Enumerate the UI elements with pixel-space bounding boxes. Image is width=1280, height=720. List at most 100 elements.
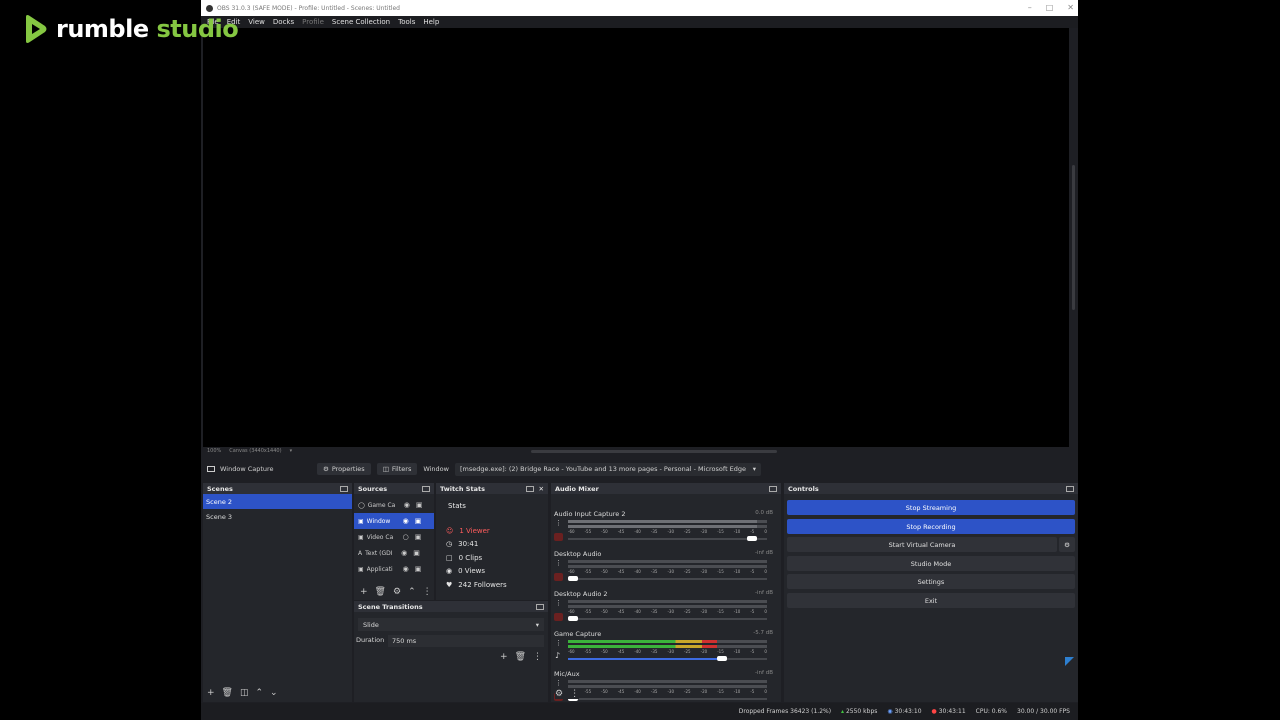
mute-icon[interactable]: [554, 533, 563, 541]
eye-off-icon[interactable]: ○: [403, 533, 409, 541]
source-item[interactable]: A Text (GDI ◉ ▣: [354, 545, 434, 561]
undock-icon[interactable]: [422, 485, 430, 492]
more-icon[interactable]: ⋮: [555, 519, 562, 527]
trash-icon[interactable]: 🗑: [375, 587, 386, 597]
meter-tick-label: -45: [617, 609, 625, 614]
zoom-dropdown-icon[interactable]: ▾: [290, 448, 293, 454]
volume-knob[interactable]: [717, 656, 728, 661]
meter-tick-label: -20: [700, 609, 708, 614]
undock-icon[interactable]: [525, 485, 534, 492]
trash-icon[interactable]: 🗑: [222, 688, 233, 698]
preview-vertical-scrollbar[interactable]: [1072, 165, 1075, 310]
filter-icon[interactable]: ◫: [240, 688, 249, 698]
volume-knob[interactable]: [747, 536, 758, 541]
menu-tools[interactable]: Tools: [398, 18, 415, 26]
source-item-label: Video Ca: [366, 533, 394, 541]
close-icon[interactable]: ✕: [539, 485, 544, 493]
volume-slider[interactable]: [568, 696, 767, 701]
scene-transitions-header: Scene Transitions: [354, 601, 548, 612]
exit-button[interactable]: Exit: [787, 593, 1075, 608]
preview-horizontal-scrollbar[interactable]: [531, 450, 777, 453]
gear-icon[interactable]: ⚙: [393, 587, 401, 597]
menu-help[interactable]: Help: [423, 18, 439, 26]
start-virtual-camera-button[interactable]: Start Virtual Camera: [787, 537, 1057, 552]
more-icon[interactable]: ⋮: [555, 599, 562, 607]
record-time-value: 30:43:11: [938, 708, 966, 715]
gear-icon[interactable]: ⚙: [555, 689, 563, 699]
add-icon[interactable]: +: [207, 688, 215, 698]
eye-icon[interactable]: ◉: [401, 549, 407, 557]
undock-icon[interactable]: [1066, 485, 1074, 492]
menu-scene-collection[interactable]: Scene Collection: [332, 18, 390, 26]
more-icon[interactable]: ⋮: [555, 679, 562, 687]
volume-knob[interactable]: [568, 576, 578, 581]
settings-button[interactable]: Settings: [787, 574, 1075, 589]
chevron-up-icon[interactable]: ⌃: [408, 587, 416, 597]
more-icon[interactable]: ⋮: [533, 652, 542, 662]
undock-icon[interactable]: [340, 485, 348, 492]
menu-profile[interactable]: Profile: [302, 18, 324, 26]
volume-slider[interactable]: [568, 536, 767, 541]
preview-canvas[interactable]: [203, 28, 1069, 447]
meter-tick-label: 0: [764, 689, 767, 694]
eye-icon[interactable]: ◉: [403, 565, 409, 573]
duration-input[interactable]: 750 ms: [388, 635, 544, 647]
minimize-icon[interactable]: –: [1028, 0, 1032, 16]
window-select[interactable]: [msedge.exe]: (2) Bridge Race - YouTube …: [454, 462, 761, 476]
source-item[interactable]: ◯ Game Ca ◉ ▣: [354, 497, 434, 513]
speaker-icon[interactable]: ♪: [555, 651, 560, 660]
properties-button[interactable]: ⚙ Properties: [317, 463, 371, 475]
virtual-camera-settings-button[interactable]: ⚙: [1059, 537, 1075, 552]
brand-part1: rumble: [56, 15, 149, 43]
add-icon[interactable]: +: [500, 652, 508, 662]
mixer-channel: Audio Input Capture 2 0.0 dB ⋮ -60 -55 -50…: [551, 508, 781, 548]
undock-icon[interactable]: [536, 603, 544, 610]
mute-icon[interactable]: [554, 573, 563, 581]
maximize-icon[interactable]: □: [1046, 0, 1054, 16]
scene-item[interactable]: Scene 2: [203, 494, 352, 509]
lock-icon[interactable]: ▣: [416, 501, 423, 509]
undock-icon[interactable]: [769, 485, 777, 492]
eye-icon[interactable]: ◉: [404, 501, 410, 509]
menu-docks[interactable]: Docks: [273, 18, 294, 26]
add-icon[interactable]: +: [360, 587, 368, 597]
more-icon[interactable]: ⋮: [555, 559, 562, 567]
mixer-actions: ⚙ ⋮: [555, 689, 580, 699]
stop-streaming-button[interactable]: Stop Streaming: [787, 500, 1075, 515]
source-item[interactable]: ▣ Applicati ◉ ▣: [354, 561, 434, 577]
filters-button[interactable]: ◫ Filters: [376, 463, 418, 475]
volume-slider[interactable]: [568, 576, 767, 581]
trash-icon[interactable]: 🗑: [515, 652, 526, 662]
volume-knob[interactable]: [568, 616, 578, 621]
mixer-channel: Desktop Audio 2 -inf dB ⋮ -60 -55 -50 -45 -4…: [551, 588, 781, 628]
lock-icon[interactable]: ▣: [415, 565, 422, 573]
source-item[interactable]: ▣ Video Ca ○ ▣: [354, 529, 434, 545]
stop-recording-button[interactable]: Stop Recording: [787, 519, 1075, 534]
more-icon[interactable]: ⋮: [423, 587, 432, 597]
clips-value: 0 Clips: [458, 553, 483, 562]
zoom-level: 100%: [207, 448, 222, 454]
eye-icon[interactable]: ◉: [403, 517, 409, 525]
meter-tick-label: -25: [684, 609, 691, 614]
lock-icon[interactable]: ▣: [415, 517, 422, 525]
source-item[interactable]: ▣ Window ◉ ▣: [354, 513, 434, 529]
mute-icon[interactable]: [554, 613, 563, 621]
volume-slider[interactable]: [568, 656, 767, 661]
more-icon[interactable]: ⋮: [555, 639, 562, 647]
menu-view[interactable]: View: [248, 18, 265, 26]
meter-tick-label: -30: [667, 609, 675, 614]
rumble-studio-logo: rumble studio: [22, 14, 239, 44]
gear-icon: ⚙: [323, 465, 329, 473]
close-icon[interactable]: ✕: [1067, 0, 1074, 16]
scene-item[interactable]: Scene 3: [203, 509, 352, 524]
studio-mode-button[interactable]: Studio Mode: [787, 556, 1075, 571]
meter-tick-label: -45: [617, 689, 625, 694]
status-bar: Dropped Frames 36423 (1.2%) ▴ 2550 kbps …: [201, 703, 1078, 720]
lock-icon[interactable]: ▣: [413, 549, 420, 557]
chevron-up-icon[interactable]: ⌃: [256, 688, 264, 698]
volume-slider[interactable]: [568, 616, 767, 621]
lock-icon[interactable]: ▣: [415, 533, 422, 541]
chevron-down-icon[interactable]: ⌄: [270, 688, 278, 698]
more-icon[interactable]: ⋮: [570, 689, 579, 699]
transition-select[interactable]: Slide ▾: [358, 618, 544, 631]
